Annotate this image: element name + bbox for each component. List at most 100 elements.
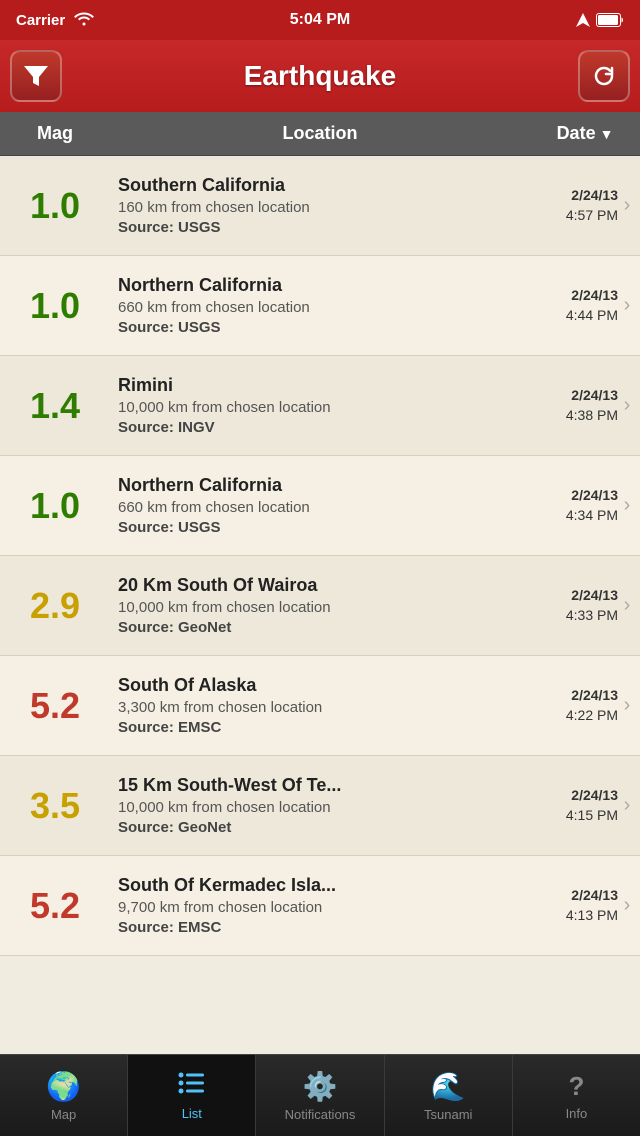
magnitude-value: 3.5 — [0, 775, 110, 837]
status-bar: Carrier 5:04 PM — [0, 0, 640, 40]
refresh-icon — [590, 62, 618, 90]
col-header-location: Location — [110, 123, 530, 144]
table-row[interactable]: 3.5 15 Km South-West Of Te... 10,000 km … — [0, 756, 640, 856]
chevron-right-icon: › — [618, 494, 640, 517]
earthquake-list: 1.0 Southern California 160 km from chos… — [0, 156, 640, 1054]
app-header: Earthquake — [0, 40, 640, 112]
quake-name: Rimini — [118, 375, 515, 396]
quake-date: 2/24/13 4:34 PM — [523, 476, 618, 535]
tab-tsunami-label: Tsunami — [424, 1107, 472, 1122]
col-header-date: Date ▼ — [530, 123, 640, 144]
quake-name: South Of Kermadec Isla... — [118, 875, 515, 896]
battery-icon — [596, 13, 624, 27]
quake-distance: 10,000 km from chosen location — [118, 599, 515, 616]
location-icon — [576, 13, 590, 27]
carrier-label: Carrier — [16, 12, 65, 29]
magnitude-value: 1.0 — [0, 475, 110, 537]
table-row[interactable]: 1.0 Southern California 160 km from chos… — [0, 156, 640, 256]
quake-source: Source: USGS — [118, 519, 515, 536]
magnitude-value: 5.2 — [0, 875, 110, 937]
quake-date: 2/24/13 4:44 PM — [523, 276, 618, 335]
app-title: Earthquake — [244, 60, 397, 92]
quake-info: Southern California 160 km from chosen l… — [110, 165, 523, 246]
tab-list[interactable]: List — [128, 1055, 256, 1136]
table-row[interactable]: 1.0 Northern California 660 km from chos… — [0, 256, 640, 356]
quake-source: Source: USGS — [118, 319, 515, 336]
quake-info: South Of Alaska 3,300 km from chosen loc… — [110, 665, 523, 746]
table-row[interactable]: 2.9 20 Km South Of Wairoa 10,000 km from… — [0, 556, 640, 656]
chevron-right-icon: › — [618, 694, 640, 717]
chevron-right-icon: › — [618, 394, 640, 417]
quake-info: Northern California 660 km from chosen l… — [110, 465, 523, 546]
table-row[interactable]: 5.2 South Of Alaska 3,300 km from chosen… — [0, 656, 640, 756]
magnitude-value: 1.0 — [0, 175, 110, 237]
quake-name: 20 Km South Of Wairoa — [118, 575, 515, 596]
tab-notifications-label: Notifications — [285, 1107, 356, 1122]
tab-notifications[interactable]: ⚙️ Notifications — [256, 1055, 384, 1136]
chevron-right-icon: › — [618, 294, 640, 317]
quake-distance: 9,700 km from chosen location — [118, 899, 515, 916]
chevron-right-icon: › — [618, 794, 640, 817]
quake-name: Northern California — [118, 275, 515, 296]
quake-source: Source: USGS — [118, 219, 515, 236]
quake-date: 2/24/13 4:13 PM — [523, 876, 618, 935]
quake-distance: 160 km from chosen location — [118, 199, 515, 216]
quake-distance: 10,000 km from chosen location — [118, 399, 515, 416]
wifi-icon — [73, 10, 95, 31]
info-icon: ? — [568, 1071, 584, 1102]
table-row[interactable]: 1.4 Rimini 10,000 km from chosen locatio… — [0, 356, 640, 456]
chevron-right-icon: › — [618, 594, 640, 617]
filter-button[interactable] — [10, 50, 62, 102]
map-icon: 🌍 — [46, 1070, 81, 1103]
quake-source: Source: EMSC — [118, 719, 515, 736]
tab-info-label: Info — [566, 1106, 588, 1121]
quake-distance: 3,300 km from chosen location — [118, 699, 515, 716]
tab-map-label: Map — [51, 1107, 76, 1122]
quake-name: 15 Km South-West Of Te... — [118, 775, 515, 796]
col-header-mag: Mag — [0, 123, 110, 144]
quake-source: Source: EMSC — [118, 919, 515, 936]
tab-tsunami[interactable]: 🌊 Tsunami — [385, 1055, 513, 1136]
quake-date: 2/24/13 4:22 PM — [523, 676, 618, 735]
tab-map[interactable]: 🌍 Map — [0, 1055, 128, 1136]
quake-info: South Of Kermadec Isla... 9,700 km from … — [110, 865, 523, 946]
chevron-right-icon: › — [618, 194, 640, 217]
quake-date: 2/24/13 4:33 PM — [523, 576, 618, 635]
tsunami-icon: 🌊 — [431, 1070, 466, 1103]
tab-list-label: List — [182, 1106, 202, 1121]
quake-info: Northern California 660 km from chosen l… — [110, 265, 523, 346]
filter-icon — [22, 62, 50, 90]
quake-source: Source: GeoNet — [118, 819, 515, 836]
quake-name: Southern California — [118, 175, 515, 196]
quake-info: 20 Km South Of Wairoa 10,000 km from cho… — [110, 565, 523, 646]
quake-distance: 660 km from chosen location — [118, 299, 515, 316]
tab-bar: 🌍 Map List ⚙️ Notifications 🌊 Tsunami ? … — [0, 1054, 640, 1136]
quake-name: South Of Alaska — [118, 675, 515, 696]
status-time: 5:04 PM — [290, 11, 350, 29]
table-row[interactable]: 5.2 South Of Kermadec Isla... 9,700 km f… — [0, 856, 640, 956]
magnitude-value: 5.2 — [0, 675, 110, 737]
quake-source: Source: GeoNet — [118, 619, 515, 636]
notifications-icon: ⚙️ — [303, 1070, 338, 1103]
table-header: Mag Location Date ▼ — [0, 112, 640, 156]
quake-distance: 10,000 km from chosen location — [118, 799, 515, 816]
list-icon — [178, 1070, 206, 1102]
quake-date: 2/24/13 4:15 PM — [523, 776, 618, 835]
quake-distance: 660 km from chosen location — [118, 499, 515, 516]
status-right — [576, 13, 624, 27]
sort-arrow-icon: ▼ — [600, 126, 614, 142]
quake-info: Rimini 10,000 km from chosen location So… — [110, 365, 523, 446]
chevron-right-icon: › — [618, 894, 640, 917]
quake-date: 2/24/13 4:38 PM — [523, 376, 618, 435]
magnitude-value: 2.9 — [0, 575, 110, 637]
tab-info[interactable]: ? Info — [513, 1055, 640, 1136]
magnitude-value: 1.4 — [0, 375, 110, 437]
magnitude-value: 1.0 — [0, 275, 110, 337]
refresh-button[interactable] — [578, 50, 630, 102]
table-row[interactable]: 1.0 Northern California 660 km from chos… — [0, 456, 640, 556]
quake-info: 15 Km South-West Of Te... 10,000 km from… — [110, 765, 523, 846]
quake-name: Northern California — [118, 475, 515, 496]
status-left: Carrier — [16, 10, 95, 31]
quake-date: 2/24/13 4:57 PM — [523, 176, 618, 235]
quake-source: Source: INGV — [118, 419, 515, 436]
